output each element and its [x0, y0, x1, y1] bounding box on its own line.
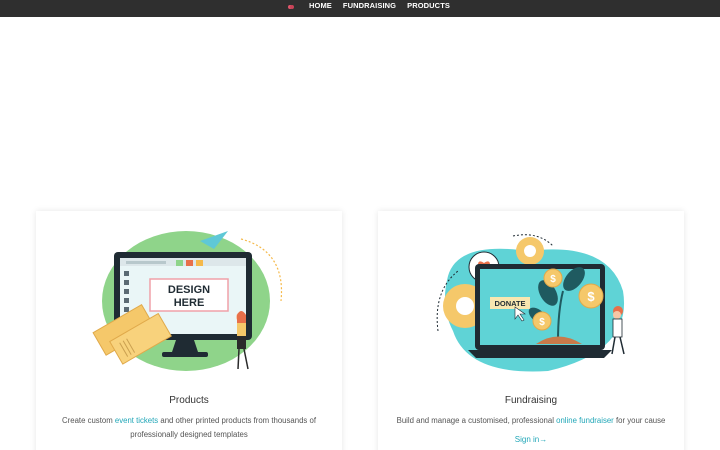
- products-card-description: Create custom event tickets and other pr…: [54, 414, 324, 441]
- design-here-text-line2: HERE: [174, 297, 205, 309]
- desc-text: Build and manage a customised, professio…: [396, 416, 557, 425]
- desc-text: and other printed products from thousand…: [130, 416, 316, 439]
- person-figure: [611, 306, 625, 355]
- design-here-text-line1: DESIGN: [168, 284, 210, 296]
- nav-home-link[interactable]: HOME: [309, 0, 332, 11]
- svg-text:$: $: [539, 317, 545, 328]
- fundraising-card-title: Fundraising: [504, 395, 558, 406]
- desc-text: Create custom: [62, 416, 115, 425]
- main-nav: HOME FUNDRAISING PRODUCTS: [309, 0, 450, 11]
- dollar-coin-icon: $: [532, 311, 552, 331]
- logo-icon[interactable]: [287, 3, 295, 11]
- fundraising-card-description: Build and manage a customised, professio…: [396, 414, 666, 428]
- products-card-title: Products: [169, 395, 209, 406]
- event-tickets-link[interactable]: event tickets: [115, 416, 158, 425]
- svg-text:$: $: [587, 289, 595, 304]
- desc-text: for your cause: [613, 416, 666, 425]
- sign-in-link[interactable]: Sign in→: [378, 435, 684, 444]
- svg-text:$: $: [550, 274, 556, 285]
- products-illustration: DESIGN HERE: [92, 231, 283, 371]
- online-fundraiser-link[interactable]: online fundraiser: [556, 416, 614, 425]
- donate-text: DONATE: [494, 299, 525, 308]
- fundraising-card[interactable]: DONATE $ $ $ Fundraising Build and manag…: [378, 211, 684, 450]
- top-nav-bar: HOME FUNDRAISING PRODUCTS: [0, 0, 720, 17]
- nav-fundraising-link[interactable]: FUNDRAISING: [343, 0, 396, 11]
- dollar-coin-icon: $: [543, 268, 563, 288]
- dollar-coin-icon: $: [578, 283, 604, 309]
- products-card[interactable]: DESIGN HERE Products Create custom event…: [36, 211, 342, 450]
- fundraising-illustration: DONATE $ $ $: [436, 234, 625, 372]
- nav-products-link[interactable]: PRODUCTS: [407, 0, 450, 11]
